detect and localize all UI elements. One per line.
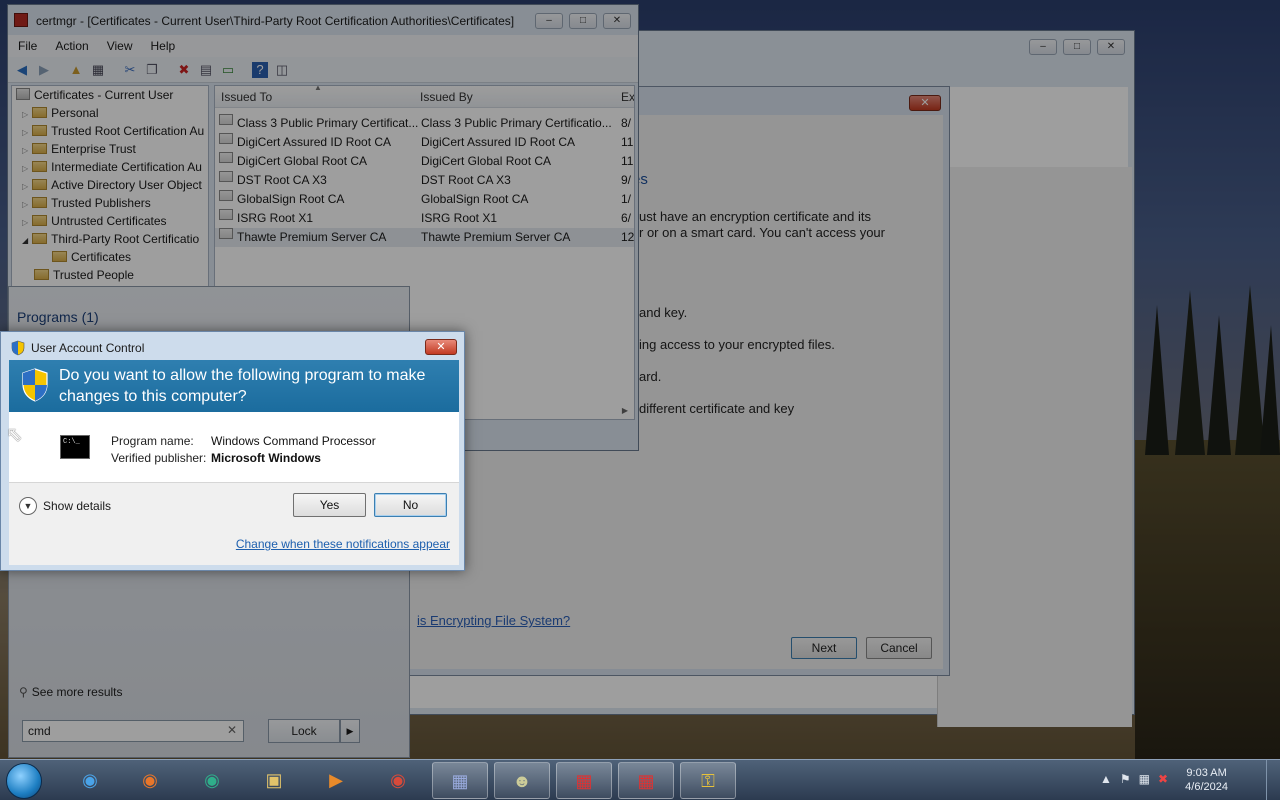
program-name-value: Windows Command Processor (211, 434, 376, 448)
tray-arrow-icon[interactable]: ▲ (1100, 772, 1120, 786)
yes-button[interactable]: Yes (293, 493, 366, 517)
dialog-title: User Account Control (31, 341, 145, 355)
uac-banner: Do you want to allow the following progr… (9, 360, 459, 412)
network-tray-icon[interactable]: ▦ (1139, 772, 1158, 786)
shield-icon (22, 368, 48, 402)
ie-icon[interactable]: ◉ (62, 762, 118, 799)
publisher-value: Microsoft Windows (211, 451, 321, 465)
users-icon[interactable]: ☻ (494, 762, 550, 799)
program-info: C:\_ Program name: Windows Command Proce… (9, 412, 459, 482)
key-icon[interactable]: ⚿ (680, 762, 736, 799)
uac-dialog[interactable]: User Account Control ✕ Do you want to al… (0, 331, 465, 571)
clock-date: 4/6/2024 (1185, 781, 1228, 793)
chevron-down-icon[interactable]: ▼ (19, 497, 37, 515)
uac-footer: ▼ Show details Yes No Change when these … (9, 482, 459, 565)
certmgr-icon[interactable]: ▦ (556, 762, 612, 799)
media-icon[interactable]: ▶ (308, 762, 364, 799)
certmgr-icon[interactable]: ▦ (618, 762, 674, 799)
chrome-icon[interactable]: ◉ (370, 762, 426, 799)
program-name-label: Program name: (111, 434, 194, 448)
show-details-toggle[interactable]: Show details (43, 499, 111, 513)
clock[interactable]: 9:03 AM 4/6/2024 (1185, 766, 1228, 794)
start-orb-icon[interactable] (6, 763, 42, 799)
system-tray: ▲⚑▦✖ (1100, 772, 1176, 786)
app-icon[interactable]: ◉ (184, 762, 240, 799)
explorer-icon[interactable]: ▣ (246, 762, 302, 799)
close-button[interactable]: ✕ (425, 339, 457, 355)
publisher-label: Verified publisher: (111, 451, 207, 465)
volume-muted-icon[interactable]: ✖ (1158, 772, 1176, 786)
firefox-icon[interactable]: ◉ (122, 762, 178, 799)
command-prompt-icon: C:\_ (60, 435, 90, 459)
network-icon[interactable]: ▦ (432, 762, 488, 799)
uac-question: Do you want to allow the following progr… (59, 367, 426, 405)
clock-time: 9:03 AM (1186, 767, 1227, 779)
show-desktop-button[interactable] (1266, 760, 1280, 800)
flag-icon[interactable]: ⚑ (1120, 772, 1139, 786)
mouse-cursor-icon: ⬁ (6, 424, 23, 446)
uac-shield-icon (11, 340, 25, 356)
no-button[interactable]: No (374, 493, 447, 517)
change-notifications-link[interactable]: Change when these notifications appear (236, 537, 450, 551)
taskbar: ◉ ◉ ◉ ▣ ▶ ◉ ▦ ☻ ▦ ▦ ⚿ ▲⚑▦✖ 9:03 AM 4/6/2… (0, 759, 1280, 800)
